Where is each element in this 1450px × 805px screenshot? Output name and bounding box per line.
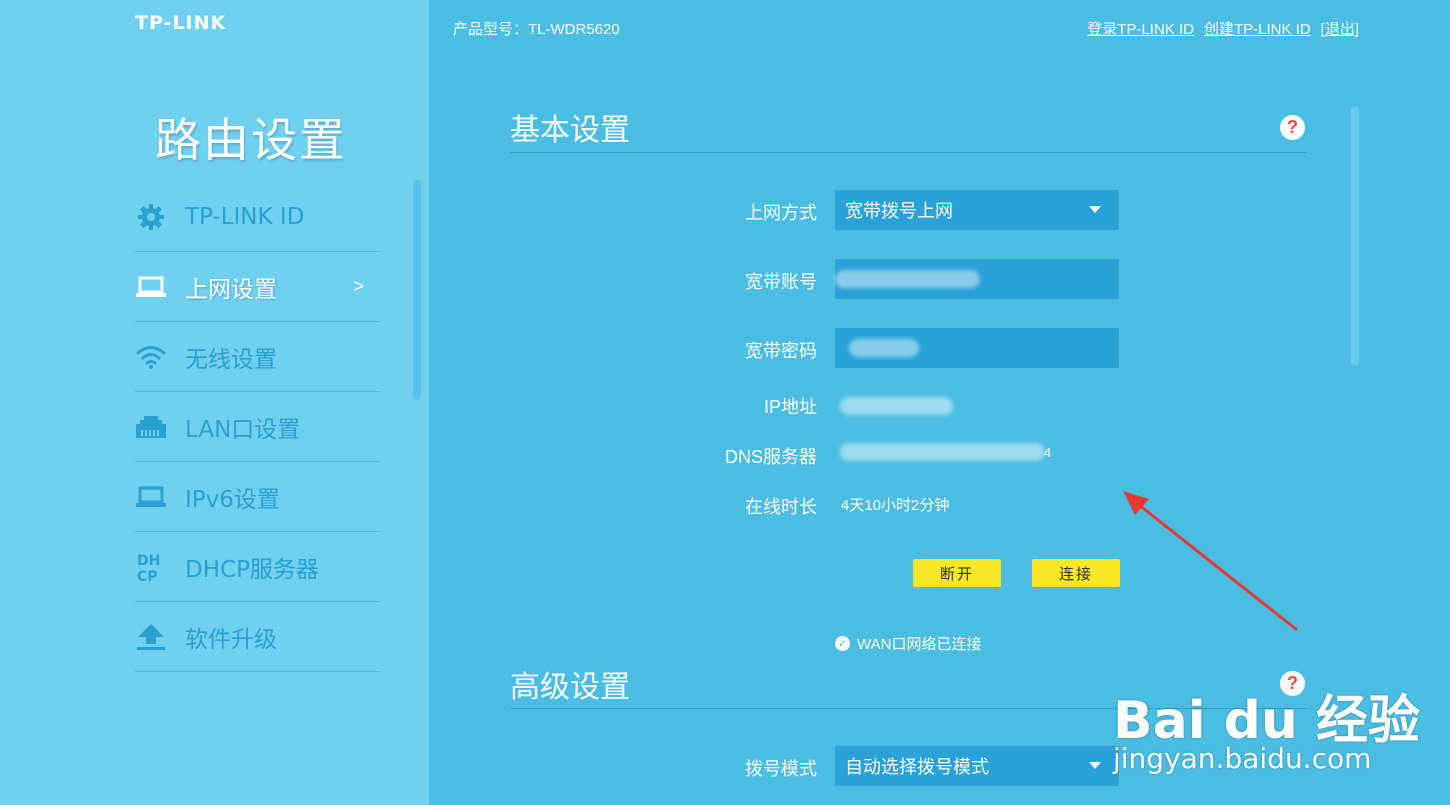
chevron-down-icon xyxy=(1089,206,1101,213)
sidebar-item-internet-settings[interactable]: 上网设置 > xyxy=(135,252,380,322)
dns-label: DNS服务器 xyxy=(724,447,817,467)
conn-type-label: 上网方式 xyxy=(745,203,817,223)
sidebar-title: 路由设置 xyxy=(155,113,347,167)
create-tp-link-id-link[interactable]: 创建TP-LINK ID xyxy=(1204,18,1311,39)
advanced-settings-title: 高级设置 xyxy=(510,670,630,705)
uptime-value: 4天10小时2分钟 xyxy=(841,497,950,514)
redacted-password xyxy=(849,339,919,357)
sidebar-nav: TP-LINK ID 上网设置 > 无线设置 LAN口设置 IPv6设置 DH … xyxy=(135,182,380,672)
conn-type-select[interactable]: 宽带拨号上网 xyxy=(835,190,1119,230)
laptop-icon xyxy=(135,481,167,513)
sidebar-item-label: IPv6设置 xyxy=(185,486,280,513)
main-scrollbar[interactable] xyxy=(1351,106,1359,366)
conn-type-value: 宽带拨号上网 xyxy=(845,201,953,221)
upload-icon xyxy=(135,621,167,653)
sidebar-item-label: 无线设置 xyxy=(185,346,277,373)
dial-mode-label: 拨号模式 xyxy=(745,759,817,779)
sidebar-item-lan-settings[interactable]: LAN口设置 xyxy=(135,392,380,462)
sidebar-item-label: DHCP服务器 xyxy=(185,556,319,583)
chevron-right-icon: > xyxy=(353,276,364,296)
check-circle-icon: ✓ xyxy=(835,636,850,651)
wifi-icon xyxy=(135,341,167,373)
connect-button[interactable]: 连接 xyxy=(1032,559,1120,587)
disconnect-button[interactable]: 断开 xyxy=(913,559,1001,587)
sidebar-item-label: 软件升级 xyxy=(185,626,277,653)
gear-icon xyxy=(135,201,167,233)
sidebar-scrollbar[interactable] xyxy=(413,180,421,400)
redacted-ip xyxy=(840,397,953,415)
password-input[interactable] xyxy=(835,328,1119,368)
login-tp-link-id-link[interactable]: 登录TP-LINK ID xyxy=(1087,18,1194,39)
ip-label: IP地址 xyxy=(763,397,817,417)
annotation-arrow-icon xyxy=(1123,491,1298,632)
sidebar-item-tp-link-id[interactable]: TP-LINK ID xyxy=(135,182,380,252)
sidebar-item-label: 上网设置 xyxy=(185,276,277,303)
sidebar-item-ipv6-settings[interactable]: IPv6设置 xyxy=(135,462,380,532)
sidebar-item-label: TP-LINK ID xyxy=(185,203,305,230)
redacted-dns xyxy=(840,443,1045,461)
uptime-label: 在线时长 xyxy=(745,497,817,517)
dial-mode-select[interactable]: 自动选择拨号模式 xyxy=(835,746,1119,786)
account-input[interactable] xyxy=(835,259,1119,299)
basic-divider xyxy=(510,152,1307,153)
password-label: 宽带密码 xyxy=(745,341,817,361)
logout-link[interactable]: [退出] xyxy=(1321,18,1359,39)
sidebar-item-label: LAN口设置 xyxy=(185,416,301,443)
wan-status-text: WAN口网络已连接 xyxy=(857,636,982,653)
sidebar-item-wireless-settings[interactable]: 无线设置 xyxy=(135,322,380,392)
sidebar-item-firmware-upgrade[interactable]: 软件升级 xyxy=(135,602,380,672)
sidebar: TP-LINK 路由设置 TP-LINK ID 上网设置 > 无线设置 LAN口… xyxy=(0,0,429,805)
wan-status: ✓ WAN口网络已连接 xyxy=(835,633,981,654)
basic-help-icon[interactable]: ? xyxy=(1280,115,1305,140)
sidebar-item-dhcp-server[interactable]: DH CP DHCP服务器 xyxy=(135,532,380,602)
dhcp-icon: DH CP xyxy=(135,551,167,583)
account-label: 宽带账号 xyxy=(745,272,817,292)
tp-link-logo: TP-LINK xyxy=(135,12,227,34)
product-model: 产品型号：TL-WDR5620 xyxy=(453,21,620,38)
basic-settings-title: 基本设置 xyxy=(510,113,630,148)
chevron-down-icon xyxy=(1089,762,1101,769)
watermark-url: jingyan.baidu.com xyxy=(1113,742,1372,775)
svg-text:CP: CP xyxy=(137,569,158,583)
dns-tail: 4 xyxy=(1044,445,1052,460)
redacted-account xyxy=(835,270,980,288)
svg-text:DH: DH xyxy=(137,553,160,569)
laptop-icon xyxy=(135,271,167,303)
lan-port-icon xyxy=(135,411,167,443)
account-links: 登录TP-LINK ID 创建TP-LINK ID [退出] xyxy=(1087,18,1359,39)
dial-mode-value: 自动选择拨号模式 xyxy=(845,757,989,777)
